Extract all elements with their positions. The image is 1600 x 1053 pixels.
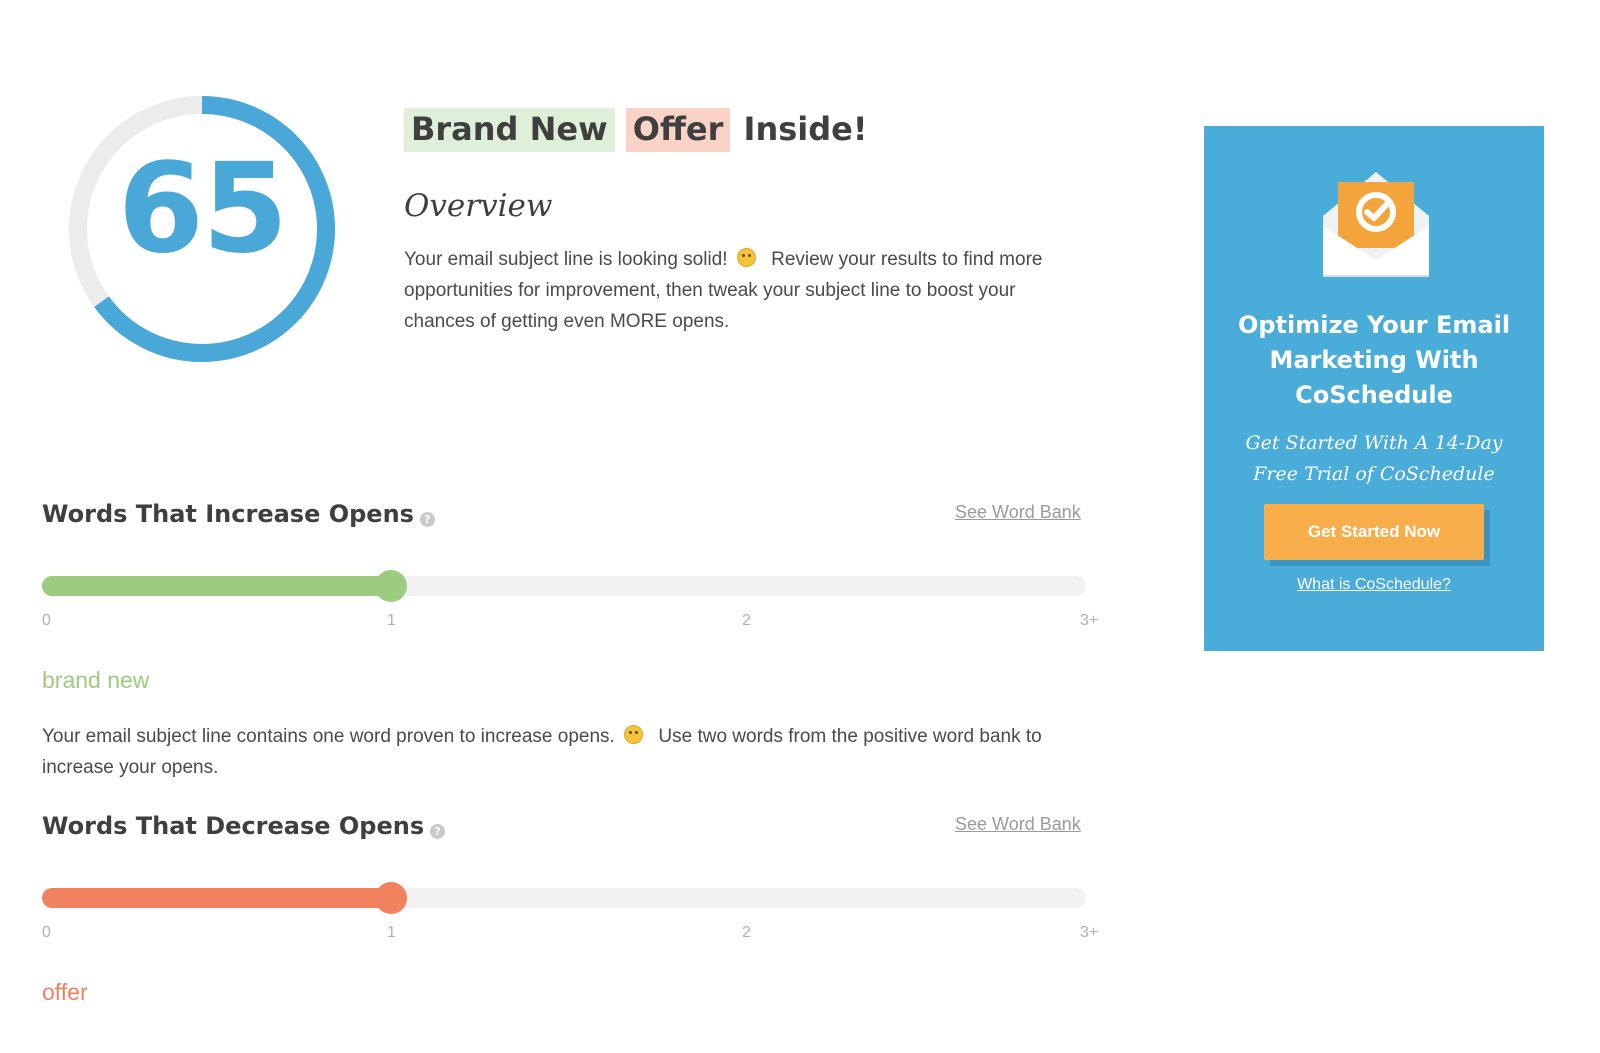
- decrease-section-title: Words That Decrease Opens?: [42, 812, 446, 840]
- increase-meter-knob: [375, 570, 407, 602]
- decrease-meter-knob: [375, 882, 407, 914]
- increase-found-word: brand new: [42, 667, 150, 693]
- increase-description-part-1: Your email subject line contains one wor…: [42, 726, 615, 747]
- get-started-button[interactable]: Get Started Now: [1264, 504, 1484, 560]
- help-icon[interactable]: ?: [430, 824, 446, 839]
- subject-line-preview: Brand New Offer Inside!: [404, 108, 874, 152]
- decrease-see-word-bank-link[interactable]: See Word Bank: [955, 814, 1081, 835]
- decrease-found-word: offer: [42, 979, 88, 1005]
- subject-word-plain: Inside!: [743, 110, 868, 148]
- promo-title: Optimize Your Email Marketing With CoSch…: [1237, 311, 1511, 409]
- increase-meter-track: [42, 570, 1086, 602]
- decrease-meter-track: [42, 882, 1086, 914]
- smiling-face-icon: [736, 248, 756, 267]
- decrease-tick-2: 2: [742, 924, 751, 941]
- coschedule-envelope-icon: [1323, 172, 1429, 277]
- overview-heading: Overview: [404, 188, 553, 224]
- increase-tick-3: 3+: [1080, 612, 1099, 629]
- decrease-meter-fill: [42, 888, 391, 908]
- increase-meter-fill: [42, 576, 391, 596]
- increase-see-word-bank-link[interactable]: See Word Bank: [955, 502, 1081, 523]
- increase-tick-2: 2: [742, 612, 751, 629]
- decrease-tick-1: 1: [387, 924, 396, 941]
- increase-tick-1: 1: [387, 612, 396, 629]
- overview-text-part-1: Your email subject line is looking solid…: [404, 249, 728, 270]
- overview-text: Your email subject line is looking solid…: [404, 244, 1084, 337]
- decrease-tick-3: 3+: [1080, 924, 1099, 941]
- decrease-tick-0: 0: [42, 924, 51, 941]
- increase-section-title: Words That Increase Opens?: [42, 500, 435, 528]
- decrease-title-text: Words That Decrease Opens: [42, 812, 425, 840]
- increase-tick-0: 0: [42, 612, 51, 629]
- subject-word-negative: Offer: [625, 108, 731, 152]
- what-is-coschedule-link[interactable]: What is CoSchedule?: [1204, 576, 1544, 594]
- subject-word-positive: Brand New: [404, 108, 615, 152]
- score-value: 65: [117, 137, 289, 281]
- score-gauge: 65: [66, 93, 338, 365]
- increase-description: Your email subject line contains one wor…: [42, 721, 1102, 783]
- help-icon[interactable]: ?: [419, 512, 435, 527]
- thinking-face-icon: [624, 725, 644, 744]
- promo-subtitle: Get Started With A 14-Day Free Trial of …: [1245, 432, 1503, 485]
- coschedule-promo-panel: Optimize Your Email Marketing With CoSch…: [1204, 126, 1544, 651]
- increase-title-text: Words That Increase Opens: [42, 500, 414, 528]
